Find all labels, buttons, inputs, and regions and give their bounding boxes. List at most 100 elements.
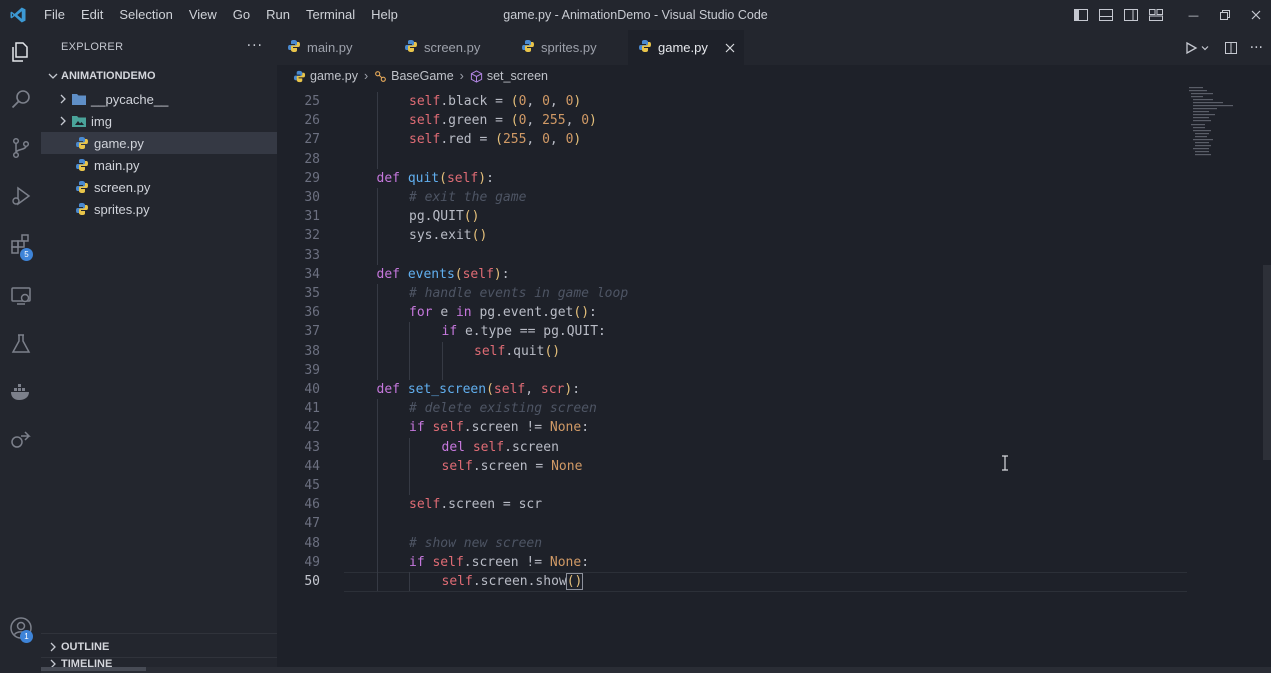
code-line[interactable]: 47 — [277, 514, 1187, 533]
remote-explorer-icon[interactable] — [0, 274, 41, 318]
code-token: () — [573, 305, 590, 321]
tree-folder-img[interactable]: img — [41, 110, 277, 132]
code-text: # exit the game — [409, 188, 526, 207]
code-line[interactable]: 49 if self.screen != None: — [277, 553, 1187, 572]
customize-layout-icon[interactable] — [1144, 0, 1168, 30]
code-token: .screen.show — [472, 574, 567, 589]
menu-go[interactable]: Go — [225, 0, 258, 30]
code-line[interactable]: 26 self.green = (0, 255, 0) — [277, 111, 1187, 130]
code-line[interactable]: 36 for e in pg.event.get(): — [277, 303, 1187, 322]
menu-view[interactable]: View — [181, 0, 225, 30]
code-token: , — [526, 132, 543, 148]
code-line[interactable]: 38 self.quit() — [277, 342, 1187, 361]
minimize-icon[interactable]: — — [1178, 0, 1209, 30]
code-token: .black = — [440, 94, 511, 109]
vertical-scrollbar[interactable] — [1263, 265, 1271, 460]
horizontal-scrollbar[interactable] — [41, 667, 1271, 673]
run-and-debug-icon[interactable] — [0, 174, 41, 218]
code-line[interactable]: 30 # exit the game — [277, 188, 1187, 207]
breadcrumb-method[interactable]: set_screen — [487, 69, 548, 83]
code-line[interactable]: 34 def events(self): — [277, 265, 1187, 284]
editor-actions: ··· — [1174, 30, 1263, 65]
minimap[interactable] — [1187, 87, 1257, 187]
code-token: ) — [589, 113, 597, 129]
source-control-icon[interactable] — [0, 126, 41, 170]
code-line[interactable]: 42 if self.screen != None: — [277, 418, 1187, 437]
tree-folder-pycache[interactable]: __pycache__ — [41, 88, 277, 110]
tab-screen-py[interactable]: screen.py — [394, 30, 511, 65]
toggle-secondary-sidebar-icon[interactable] — [1119, 0, 1143, 30]
search-icon[interactable] — [0, 78, 41, 122]
code-token: () — [463, 209, 480, 225]
code-line[interactable]: 32 sys.exit() — [277, 226, 1187, 245]
code-token: : — [589, 305, 597, 321]
code-line[interactable]: 35 # handle events in game loop — [277, 284, 1187, 303]
code-line[interactable]: 25 self.black = (0, 0, 0) — [277, 92, 1187, 111]
code-line[interactable]: 27 self.red = (255, 0, 0) — [277, 130, 1187, 149]
code-line[interactable]: 37 if e.type == pg.QUIT: — [277, 322, 1187, 341]
code-line[interactable]: 43 del self.screen — [277, 438, 1187, 457]
explorer-more-actions-icon[interactable]: ··· — [247, 38, 263, 54]
menu-terminal[interactable]: Terminal — [298, 0, 363, 30]
breadcrumb-class[interactable]: BaseGame — [391, 69, 454, 83]
code-line[interactable]: 33 — [277, 246, 1187, 265]
restore-icon[interactable] — [1209, 0, 1240, 30]
tree-file-game-py[interactable]: game.py — [41, 132, 277, 154]
code-line[interactable]: 41 # delete existing screen — [277, 399, 1187, 418]
code-token: 0 — [581, 113, 590, 129]
code-token: ( — [495, 132, 503, 148]
tab-sprites-py[interactable]: sprites.py — [511, 30, 628, 65]
extensions-icon[interactable] — [0, 222, 41, 266]
horizontal-scrollbar-thumb[interactable] — [41, 667, 146, 671]
code-line[interactable]: 46 self.screen = scr — [277, 495, 1187, 514]
code-line[interactable]: 45 — [277, 476, 1187, 495]
code-token: self — [432, 420, 464, 436]
code-line[interactable]: 40 def set_screen(self, scr): — [277, 380, 1187, 399]
testing-icon[interactable] — [0, 322, 41, 366]
tree-file-main-py[interactable]: main.py — [41, 154, 277, 176]
menu-run[interactable]: Run — [258, 0, 298, 30]
tree-item-label: __pycache__ — [91, 91, 169, 107]
code-line[interactable]: 39 — [277, 361, 1187, 380]
code-token: self — [409, 113, 441, 129]
more-actions-icon[interactable]: ··· — [1250, 40, 1263, 56]
code-line[interactable]: 28 — [277, 150, 1187, 169]
timeline-title[interactable]: TIMELINE — [41, 658, 277, 667]
menu-help[interactable]: Help — [363, 0, 406, 30]
line-number: 36 — [304, 305, 320, 321]
tree-file-screen-py[interactable]: screen.py — [41, 176, 277, 198]
code-token: pg.event.get — [479, 305, 574, 321]
menu-selection[interactable]: Selection — [111, 0, 180, 30]
run-file-icon[interactable] — [1184, 41, 1198, 55]
chevron-right-icon — [57, 115, 69, 127]
explorer-icon[interactable] — [0, 30, 41, 74]
tree-item-label: game.py — [94, 135, 144, 151]
toggle-panel-icon[interactable] — [1094, 0, 1118, 30]
toggle-primary-sidebar-icon[interactable] — [1069, 0, 1093, 30]
code-line[interactable]: 44 self.screen = None — [277, 457, 1187, 476]
tree-file-sprites-py[interactable]: sprites.py — [41, 198, 277, 220]
menu-edit[interactable]: Edit — [73, 0, 111, 30]
tree-item-label: main.py — [94, 157, 140, 173]
menu-file[interactable]: File — [36, 0, 73, 30]
breadcrumb-file[interactable]: game.py — [310, 69, 358, 83]
live-share-icon[interactable] — [0, 418, 41, 462]
code-line[interactable]: 50 self.screen.show() — [277, 572, 1187, 591]
tab-main-py[interactable]: main.py — [277, 30, 394, 65]
code-editor[interactable]: 25 self.black = (0, 0, 0) 26 self.green = (… — [277, 87, 1271, 673]
code-line[interactable]: 31 pg.QUIT() — [277, 207, 1187, 226]
tab-game-py[interactable]: game.py — [628, 30, 744, 65]
close-window-icon[interactable] — [1240, 0, 1271, 30]
code-text: def events(self): — [377, 265, 510, 284]
accounts-icon[interactable] — [0, 606, 41, 650]
code-line[interactable]: 29 def quit(self): — [277, 169, 1187, 188]
python-file-icon — [74, 157, 90, 173]
chevron-down-icon[interactable] — [1200, 43, 1210, 53]
code-line[interactable]: 48 # show new screen — [277, 534, 1187, 553]
line-number: 42 — [304, 420, 320, 436]
project-folder-title[interactable]: ANIMATIONDEMO — [41, 63, 277, 88]
split-editor-icon[interactable] — [1224, 41, 1238, 55]
close-tab-icon[interactable] — [725, 40, 735, 56]
docker-icon[interactable] — [0, 370, 41, 414]
outline-title[interactable]: OUTLINE — [41, 634, 277, 659]
